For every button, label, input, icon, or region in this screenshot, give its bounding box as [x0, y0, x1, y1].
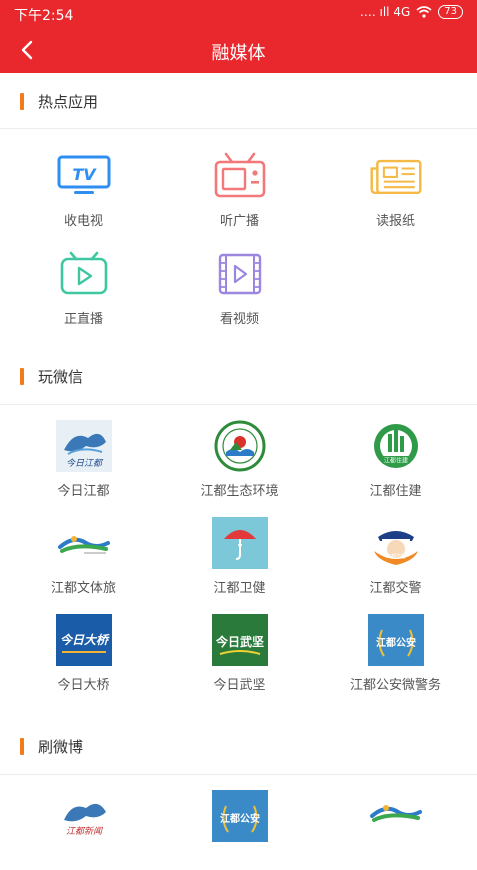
section-title: 玩微信 — [38, 368, 84, 386]
wechat-item-zhujian[interactable]: 江都住建 江都住建 — [316, 420, 475, 500]
svg-text:TV: TV — [72, 165, 97, 184]
wechat-item-jiaojing[interactable]: 江都交警 江都交警 — [316, 517, 475, 597]
signal-icon: …. ıll 4G — [359, 5, 411, 19]
live-icon — [56, 248, 112, 300]
daqiao-logo: 今日大桥 — [55, 614, 112, 666]
wechat-item-wentilv[interactable]: 江都文体旅 — [4, 517, 163, 597]
nav-bar: 融媒体 — [0, 28, 477, 73]
newspaper-icon — [368, 150, 424, 202]
wechat-item-wujian[interactable]: 今日武坚 今日武坚 — [160, 614, 319, 694]
divider — [0, 404, 477, 405]
wechat-item-label: 江都住建 — [369, 484, 422, 499]
jiangdu-news-logo: 江都新闻 — [56, 790, 112, 842]
logo-text: 今日大桥 — [59, 633, 109, 647]
wentilv-logo — [368, 790, 424, 842]
section-accent-bar — [20, 93, 24, 110]
app-item-video[interactable]: 看视频 — [160, 248, 319, 328]
app-item-radio[interactable]: 听广播 — [160, 150, 319, 230]
app-item-label: 正直播 — [63, 312, 103, 327]
app-item-tv[interactable]: TV 收电视 — [4, 150, 163, 230]
wechat-item-label: 今日武坚 — [213, 678, 266, 693]
wechat-item-ecology[interactable]: 江都生态环境 — [160, 420, 319, 500]
wifi-icon — [416, 6, 432, 18]
app-item-label: 收电视 — [63, 214, 103, 229]
wechat-item-police[interactable]: 江都公安 江都公安微警务 — [316, 614, 475, 694]
wechat-item-label: 江都卫健 — [213, 581, 266, 596]
section-accent-bar — [20, 368, 24, 385]
logo-text: 江都公安 — [220, 812, 260, 825]
police-logo: 江都公安 — [367, 614, 424, 666]
logo-text: 江都住建 — [383, 457, 407, 465]
jiaojing-logo: 江都交警 — [368, 517, 424, 569]
status-time: 下午2:54 — [14, 8, 74, 24]
section-hot-apps-header: 热点应用 — [0, 73, 477, 129]
status-bar: 下午2:54 …. ıll 4G 73 — [0, 0, 477, 28]
wechat-item-daqiao[interactable]: 今日大桥 今日大桥 — [4, 614, 163, 694]
weibo-item-jiangdu-news[interactable]: 江都新闻 — [4, 790, 163, 870]
wechat-item-label: 今日大桥 — [57, 678, 110, 693]
top-bar: 下午2:54 …. ıll 4G 73 融媒体 — [0, 0, 477, 73]
logo-text: 江都公安 — [376, 636, 416, 649]
tv-icon: TV — [56, 150, 112, 202]
status-icons: …. ıll 4G 73 — [360, 5, 463, 19]
logo-text: 今日武坚 — [214, 634, 263, 649]
weijian-logo — [211, 517, 268, 569]
divider — [0, 128, 477, 129]
wechat-item-label: 江都公安微警务 — [349, 678, 441, 693]
police-logo: 江都公安 — [211, 790, 268, 842]
page-title: 融媒体 — [211, 43, 266, 64]
ecology-logo — [212, 420, 268, 472]
wechat-item-label: 江都交警 — [369, 581, 422, 596]
logo-text: 江都交警 — [385, 553, 405, 560]
zhujian-logo: 江都住建 — [368, 420, 424, 472]
section-weibo-header: 刷微博 — [0, 718, 477, 774]
section-title: 刷微博 — [38, 738, 84, 756]
logo-text: 江都新闻 — [65, 826, 102, 837]
logo-text: 今日江都 — [65, 458, 103, 469]
weibo-item-wentilv[interactable] — [316, 790, 475, 870]
battery-icon: 73 — [438, 5, 463, 19]
wechat-item-weijian[interactable]: 江都卫健 — [160, 517, 319, 597]
app-item-label: 读报纸 — [375, 214, 415, 229]
radio-icon — [212, 150, 268, 202]
section-wechat-header: 玩微信 — [0, 348, 477, 404]
app-item-live[interactable]: 正直播 — [4, 248, 163, 328]
section-accent-bar — [20, 738, 24, 755]
wechat-item-label: 江都文体旅 — [50, 581, 116, 596]
wechat-item-jinri-jiangdu[interactable]: 今日江都 今日江都 — [4, 420, 163, 500]
wentilv-logo — [56, 517, 112, 569]
jinri-jiangdu-logo: 今日江都 — [55, 420, 112, 472]
weibo-item-police[interactable]: 江都公安 — [160, 790, 319, 870]
wujian-logo: 今日武坚 — [211, 614, 268, 666]
app-item-newspaper[interactable]: 读报纸 — [316, 150, 475, 230]
wechat-item-label: 江都生态环境 — [200, 484, 279, 499]
app-item-label: 听广播 — [219, 214, 259, 229]
divider — [0, 774, 477, 775]
video-icon — [212, 248, 268, 300]
app-item-label: 看视频 — [219, 312, 259, 327]
section-title: 热点应用 — [38, 93, 99, 111]
wechat-item-label: 今日江都 — [57, 484, 110, 499]
